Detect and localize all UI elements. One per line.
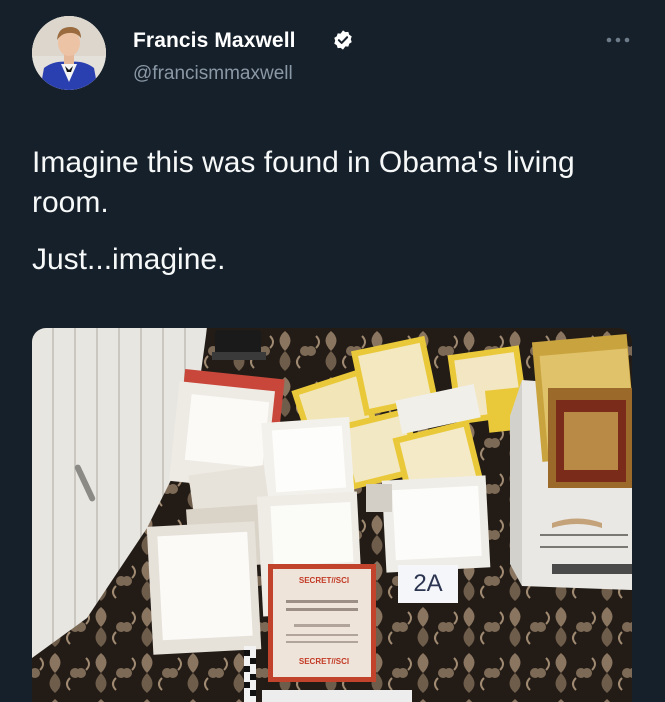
evidence-tag: 2A [398,565,458,603]
verified-badge-icon [334,30,352,50]
documents-photo [32,328,632,702]
avatar[interactable] [32,16,106,90]
avatar-image [32,16,106,90]
author-handle[interactable]: @francismmaxwell [133,63,293,85]
tweet-paragraph: Imagine this was found in Obama's living… [32,146,575,219]
more-options-icon[interactable] [604,34,632,46]
cover-sheet-label: SECRET//SCI [298,657,350,666]
tweet: Francis Maxwell @francismmaxwell Imagine… [0,0,665,702]
cover-sheet-label: SECRET//SCI [298,576,350,585]
tweet-paragraph: Just...imagine. [32,243,226,276]
tweet-text: Imagine this was found in Obama's living… [32,143,642,280]
display-name[interactable]: Francis Maxwell [133,29,296,53]
tweet-photo[interactable]: SECRET//SCI SECRET//SCI 2A [32,328,632,702]
